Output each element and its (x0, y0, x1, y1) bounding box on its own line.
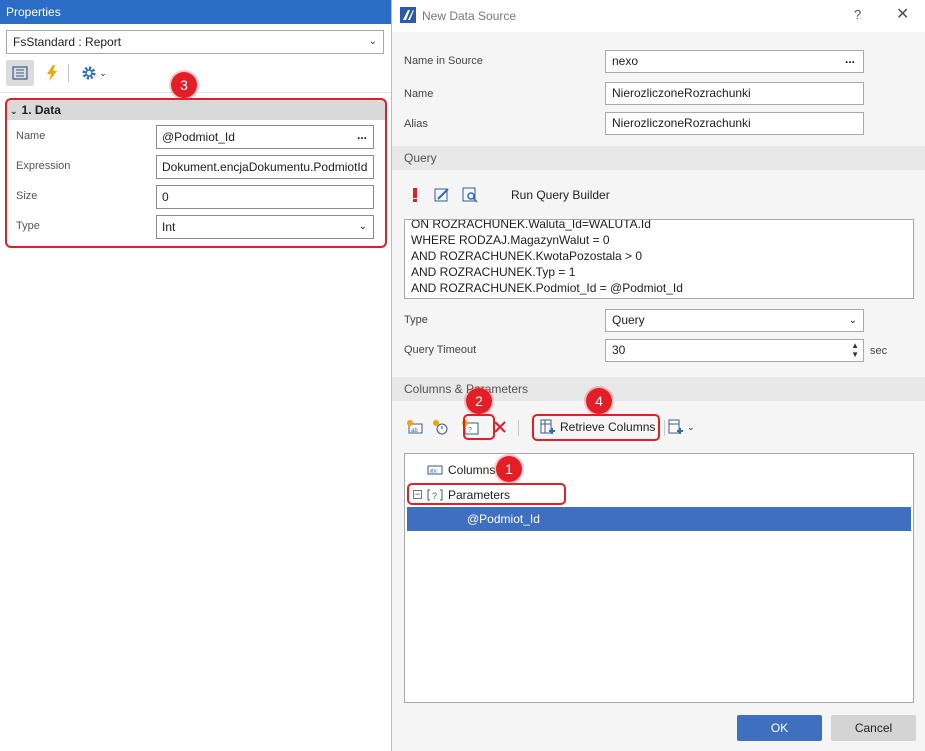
annotation-highlight-3 (5, 98, 387, 248)
type-label: Type (404, 314, 428, 326)
preview-query-button[interactable] (461, 186, 479, 204)
object-selector[interactable]: FsStandard : Report ⌄ (6, 30, 384, 54)
events-button[interactable] (38, 60, 66, 86)
new-column-button[interactable]: ab (404, 416, 426, 438)
properties-title: Properties (0, 0, 391, 24)
annotation-highlight-4 (532, 414, 660, 441)
query-timeout-value: 30 (612, 343, 626, 357)
annotation-highlight-1 (407, 483, 566, 505)
query-timeout-input[interactable]: 30 ▲ ▼ (605, 339, 864, 362)
svg-text:abc: abc (430, 469, 439, 475)
new-data-source-dialog: New Data Source ? ✕ Name in Source nexo … (391, 0, 925, 751)
tree-node-label: @Podmiot_Id (467, 512, 540, 526)
columns-icon: abc (427, 465, 443, 475)
toolbar-separator (68, 64, 69, 82)
close-icon (494, 421, 506, 433)
timeout-unit: sec (870, 345, 888, 357)
lightning-icon (47, 65, 57, 81)
gear-icon (82, 66, 96, 80)
execute-button[interactable] (406, 186, 424, 204)
edit-query-button[interactable] (433, 186, 451, 204)
query-line: AND ROZRACHUNEK.Podmiot_Id = @Podmiot_Id (411, 281, 683, 295)
name-in-source-value: nexo (612, 54, 639, 68)
query-line: WHERE RODZAJ.MagazynWalut = 0 (411, 233, 610, 247)
toolbar-separator (518, 420, 519, 436)
exclamation-icon (413, 188, 417, 202)
object-selector-value: FsStandard : Report (13, 35, 122, 49)
chevron-down-icon: ⌄ (687, 421, 695, 432)
alias-value: NierozliczoneRozrachunki (612, 116, 751, 130)
tree-node-columns[interactable]: abc Columns (405, 458, 913, 482)
annotation-marker-2: 2 (466, 388, 492, 414)
tree-node-parameter-item[interactable]: @Podmiot_Id (407, 507, 911, 531)
type-select[interactable]: Query ⌄ (605, 309, 864, 332)
cancel-button[interactable]: Cancel (831, 715, 916, 741)
query-textarea[interactable]: ON ROZRACHUNEK.Waluta_Id=WALUTA.Id WHERE… (404, 219, 914, 299)
tree-node-label: Columns (448, 463, 496, 477)
new-calculated-column-button[interactable] (430, 416, 452, 438)
app-logo-icon (400, 7, 416, 23)
annotation-highlight-2 (463, 414, 495, 440)
categorized-view-button[interactable] (6, 60, 34, 86)
query-timeout-label: Query Timeout (404, 344, 477, 356)
chevron-down-icon: ⌄ (848, 315, 857, 326)
close-button[interactable]: ✕ (896, 4, 909, 24)
query-line: AND ROZRACHUNEK.Typ = 1 (411, 265, 576, 279)
dialog-title: New Data Source (422, 9, 517, 23)
settings-dropdown-button[interactable]: ⌄ (76, 60, 112, 86)
search-icon (462, 187, 478, 203)
alias-label: Alias (404, 118, 428, 130)
run-query-builder-button[interactable]: Run Query Builder (511, 188, 610, 202)
ellipsis-button[interactable]: ... (845, 49, 855, 70)
more-options-dropdown[interactable]: ⌄ (668, 416, 700, 438)
spinner-arrows-icon[interactable]: ▲ ▼ (851, 341, 859, 359)
ok-button[interactable]: OK (737, 715, 822, 741)
chevron-down-icon: ⌄ (368, 36, 377, 47)
alias-input[interactable]: NierozliczoneRozrachunki (605, 112, 864, 135)
list-icon (12, 66, 28, 80)
query-line: ON ROZRACHUNEK.Waluta_Id=WALUTA.Id (411, 219, 651, 231)
table-add-icon (668, 419, 683, 434)
new-column-icon: ab (407, 420, 423, 434)
name-value: NierozliczoneRozrachunki (612, 86, 751, 100)
query-toolbar: Run Query Builder (404, 182, 704, 208)
help-button[interactable]: ? (854, 7, 861, 22)
annotation-marker-1: 1 (496, 456, 522, 482)
type-value: Query (612, 313, 645, 327)
calculated-column-icon (433, 420, 448, 435)
query-line: AND ROZRACHUNEK.KwotaPozostala > 0 (411, 249, 643, 263)
name-in-source-input[interactable]: nexo ... (605, 50, 864, 73)
name-input[interactable]: NierozliczoneRozrachunki (605, 82, 864, 105)
annotation-marker-4: 4 (586, 388, 612, 414)
query-section-header: Query (392, 146, 925, 170)
name-in-source-label: Name in Source (404, 55, 483, 67)
svg-text:ab: ab (411, 428, 418, 434)
name-label: Name (404, 88, 434, 100)
toolbar-separator (664, 420, 665, 436)
divider (0, 92, 391, 93)
chevron-down-icon: ⌄ (99, 67, 107, 78)
edit-icon (434, 188, 449, 202)
dialog-titlebar: New Data Source ? ✕ (392, 0, 925, 32)
query-lines: ON ROZRACHUNEK.Waluta_Id=WALUTA.Id WHERE… (411, 219, 683, 296)
properties-panel: Properties FsStandard : Report ⌄ ⌄ ⌄1. (0, 0, 391, 751)
annotation-marker-3: 3 (171, 72, 197, 98)
